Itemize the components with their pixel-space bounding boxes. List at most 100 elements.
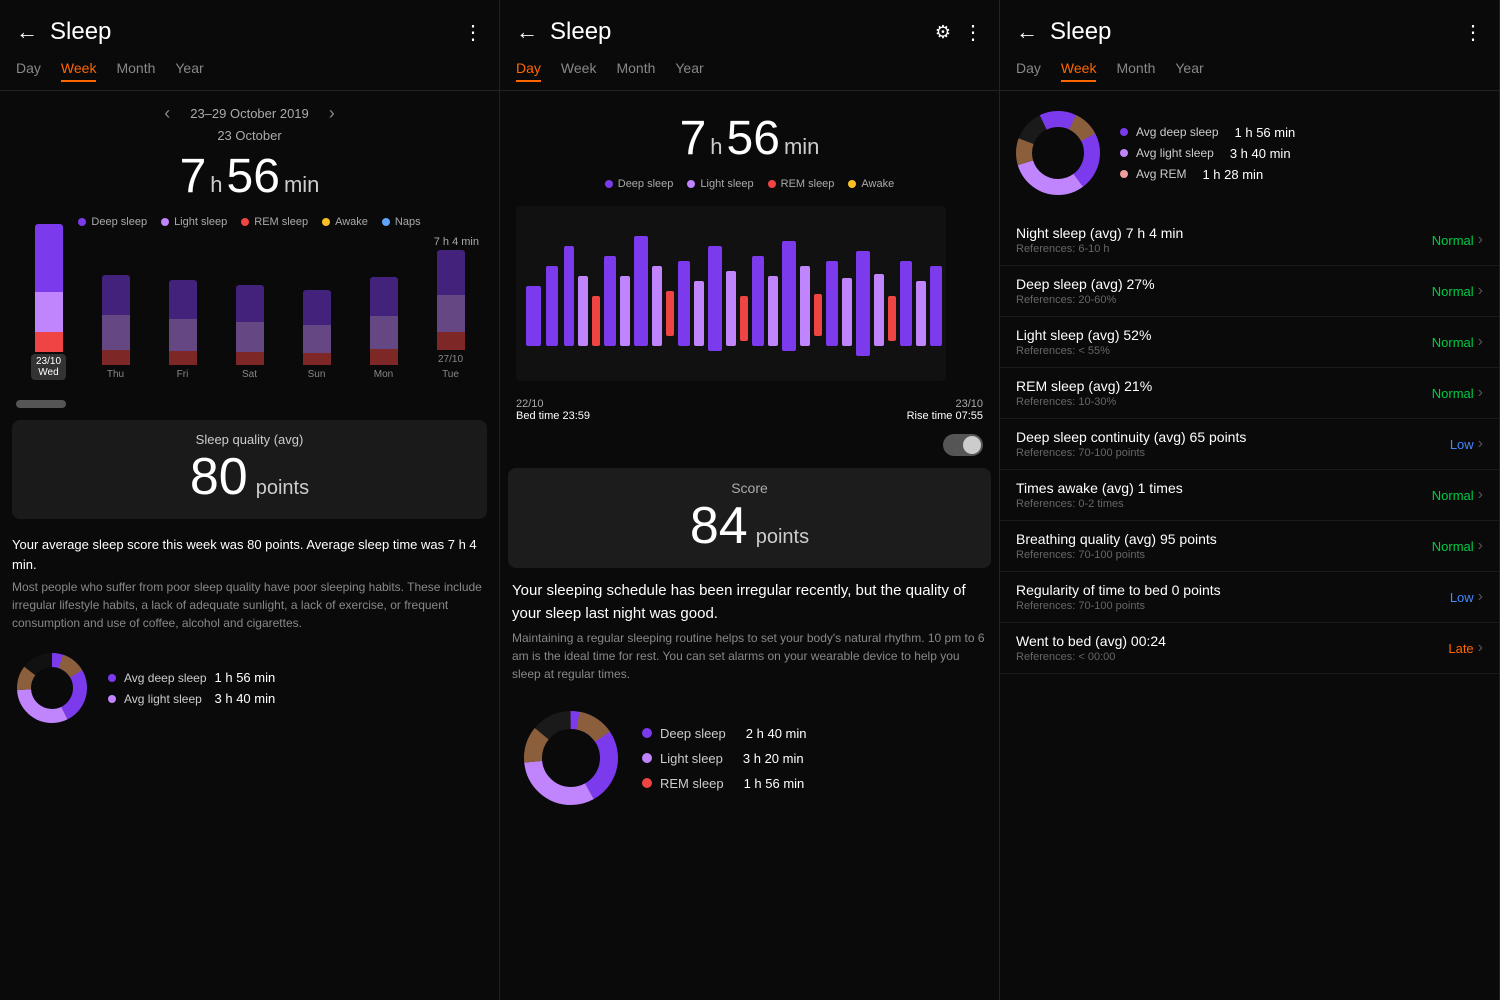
donut-light-row-p2: Light sleep 3 h 20 min	[642, 751, 806, 766]
next-date-arrow[interactable]: ›	[329, 103, 335, 124]
metric-left-8: Went to bed (avg) 00:24 References: < 00…	[1016, 633, 1448, 663]
back-arrow-p3[interactable]: ←	[1016, 19, 1038, 45]
donut-section-p1: Avg deep sleep 1 h 56 min Avg light slee…	[0, 640, 499, 736]
day-label-p1: 23 October	[0, 128, 499, 143]
awake-dot-p1	[322, 218, 330, 226]
bar-sat[interactable]: Sat	[221, 285, 278, 380]
metric-chevron-2: ›	[1478, 333, 1483, 351]
donut-section-p2: Deep sleep 2 h 40 min Light sleep 3 h 20…	[500, 691, 999, 825]
tab-year-p3[interactable]: Year	[1175, 60, 1203, 82]
metric-chevron-4: ›	[1478, 435, 1483, 453]
stat-deep-p3: Avg deep sleep 1 h 56 min	[1120, 125, 1295, 140]
metric-status-0: Normal ›	[1432, 231, 1483, 249]
panel3-header: ← Sleep ⋮	[1000, 0, 1499, 56]
metric-title-2: Light sleep (avg) 52%	[1016, 327, 1432, 343]
bars-container-p1: 23/10Wed Thu Fri	[16, 250, 483, 380]
scroll-indicator-p1[interactable]	[16, 400, 66, 408]
tab-month-p3[interactable]: Month	[1116, 60, 1155, 82]
score-big-p1: 80 points	[28, 447, 471, 507]
donut-light-dot-p1	[108, 695, 116, 703]
menu-dots-p3[interactable]: ⋮	[1463, 20, 1483, 45]
metric-chevron-8: ›	[1478, 639, 1483, 657]
sleep-legend-p2: Deep sleep Light sleep REM sleep Awake	[500, 174, 999, 198]
panel1-title: Sleep	[50, 18, 111, 46]
tab-day-p3[interactable]: Day	[1016, 60, 1041, 82]
metric-title-5: Times awake (avg) 1 times	[1016, 480, 1432, 496]
bar-fri[interactable]: Fri	[154, 280, 211, 380]
desc-body-p2: Maintaining a regular sleeping routine h…	[500, 629, 999, 691]
avg-time-label: 7 h 4 min	[16, 236, 483, 248]
donut-rem-row-p2: REM sleep 1 h 56 min	[642, 776, 806, 791]
score-toggle-row	[500, 426, 999, 464]
bar-wed[interactable]: 23/10Wed	[20, 224, 77, 380]
legend-awake-p1: Awake	[322, 216, 368, 228]
tab-year-p2[interactable]: Year	[675, 60, 703, 82]
metric-ref-5: References: 0-2 times	[1016, 498, 1432, 510]
tab-day-p2[interactable]: Day	[516, 60, 541, 82]
light-dot-p1	[161, 218, 169, 226]
metric-row-8[interactable]: Went to bed (avg) 00:24 References: < 00…	[1000, 623, 1499, 674]
naps-dot-p1	[382, 218, 390, 226]
prev-date-arrow[interactable]: ‹	[164, 103, 170, 124]
metric-status-1: Normal ›	[1432, 282, 1483, 300]
metric-ref-3: References: 10-30%	[1016, 396, 1432, 408]
panel3-header-left: ← Sleep	[1016, 18, 1111, 46]
metric-title-0: Night sleep (avg) 7 h 4 min	[1016, 225, 1432, 241]
tab-week-p2[interactable]: Week	[561, 60, 597, 82]
metric-row-0[interactable]: Night sleep (avg) 7 h 4 min References: …	[1000, 215, 1499, 266]
menu-dots-icon[interactable]: ⋮	[463, 20, 483, 45]
menu-dots-p2[interactable]: ⋮	[963, 20, 983, 45]
legend-rem-p2: REM sleep	[768, 178, 835, 190]
tab-month-p1[interactable]: Month	[116, 60, 155, 82]
desc-title-p1: Your average sleep score this week was 8…	[0, 527, 499, 578]
panel-week-metrics: ← Sleep ⋮ Day Week Month Year Avg deep s…	[1000, 0, 1500, 1000]
desc-title-p2: Your sleeping schedule has been irregula…	[500, 572, 999, 629]
metric-title-1: Deep sleep (avg) 27%	[1016, 276, 1432, 292]
tab-week-p1[interactable]: Week	[61, 60, 97, 82]
min-unit-p1: min	[284, 172, 319, 198]
score-val-p1: 80	[190, 447, 248, 507]
sleep-min-p1: 56	[227, 149, 280, 204]
bar-sun[interactable]: Sun	[288, 290, 345, 380]
metric-row-4[interactable]: Deep sleep continuity (avg) 65 points Re…	[1000, 419, 1499, 470]
metric-row-5[interactable]: Times awake (avg) 1 times References: 0-…	[1000, 470, 1499, 521]
metric-title-3: REM sleep (avg) 21%	[1016, 378, 1432, 394]
sleep-hours-p1: 7	[180, 149, 207, 204]
hours-unit-p1: h	[210, 172, 222, 198]
metric-left-5: Times awake (avg) 1 times References: 0-…	[1016, 480, 1432, 510]
metrics-list-p3: Night sleep (avg) 7 h 4 min References: …	[1000, 215, 1499, 1000]
score-unit-p1: points	[256, 477, 309, 500]
metric-title-4: Deep sleep continuity (avg) 65 points	[1016, 429, 1450, 445]
score-val-p2: 84	[690, 496, 748, 556]
metric-ref-2: References: < 55%	[1016, 345, 1432, 357]
back-arrow-p2[interactable]: ←	[516, 19, 538, 45]
bar-thu[interactable]: Thu	[87, 275, 144, 380]
tab-year-p1[interactable]: Year	[175, 60, 203, 82]
panel1-header: ← Sleep ⋮	[0, 0, 499, 56]
donut-chart-p2	[516, 703, 626, 813]
tab-week-p3[interactable]: Week	[1061, 60, 1097, 82]
metric-row-7[interactable]: Regularity of time to bed 0 points Refer…	[1000, 572, 1499, 623]
metric-chevron-0: ›	[1478, 231, 1483, 249]
hours-unit-p2: h	[710, 134, 722, 160]
metric-row-3[interactable]: REM sleep (avg) 21% References: 10-30% N…	[1000, 368, 1499, 419]
toggle-button[interactable]	[943, 434, 983, 456]
bar-mon[interactable]: Mon	[355, 277, 412, 380]
tab-day-p1[interactable]: Day	[16, 60, 41, 82]
tab-month-p2[interactable]: Month	[616, 60, 655, 82]
metric-row-1[interactable]: Deep sleep (avg) 27% References: 20-60% …	[1000, 266, 1499, 317]
bar-tue[interactable]: 27/10 Tue	[422, 250, 479, 380]
panel3-title: Sleep	[1050, 18, 1111, 46]
back-arrow-icon[interactable]: ←	[16, 19, 38, 45]
metric-ref-6: References: 70-100 points	[1016, 549, 1432, 561]
sleep-timeline-svg	[516, 206, 946, 381]
metric-left-0: Night sleep (avg) 7 h 4 min References: …	[1016, 225, 1432, 255]
edit-icon-p2[interactable]: ⚙	[935, 22, 951, 43]
bar-selected-label: 23/10Wed	[31, 354, 66, 380]
metric-left-2: Light sleep (avg) 52% References: < 55%	[1016, 327, 1432, 357]
metric-row-2[interactable]: Light sleep (avg) 52% References: < 55% …	[1000, 317, 1499, 368]
donut-stats-p3: Avg deep sleep 1 h 56 min Avg light slee…	[1120, 125, 1295, 182]
sleep-min-p2: 56	[727, 111, 780, 166]
metric-chevron-5: ›	[1478, 486, 1483, 504]
metric-row-6[interactable]: Breathing quality (avg) 95 points Refere…	[1000, 521, 1499, 572]
